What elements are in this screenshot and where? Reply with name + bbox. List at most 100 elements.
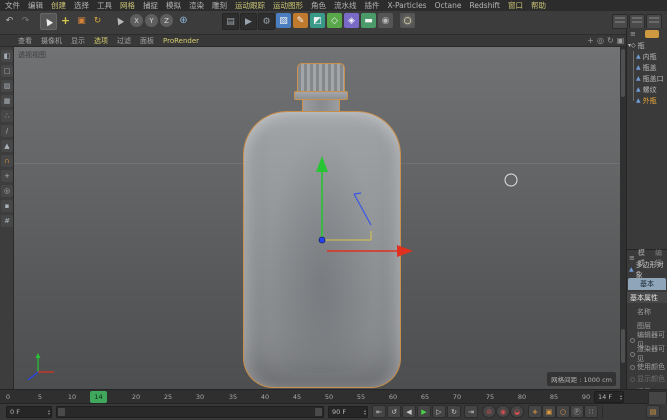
- attributes-section-header[interactable]: 基本属性: [627, 292, 667, 303]
- keyframe-selection-icon[interactable]: ◒: [510, 405, 524, 418]
- goto-start-icon[interactable]: ⇤: [372, 405, 386, 418]
- play-icon[interactable]: ▶: [417, 405, 431, 418]
- menu-snap[interactable]: 捕捉: [143, 0, 158, 11]
- workplane-mode-icon[interactable]: ▦: [1, 95, 13, 107]
- play-backward-icon[interactable]: ↺: [387, 405, 401, 418]
- key-pla-icon[interactable]: ∷: [584, 405, 598, 418]
- menu-mograph[interactable]: 运动图形: [273, 0, 303, 11]
- record-keyframe-icon[interactable]: ⊘: [482, 405, 496, 418]
- attr-row-renderer-visibility[interactable]: 渲染器可见: [627, 348, 667, 360]
- menu-mesh[interactable]: 网格: [120, 0, 135, 11]
- lock-y-icon[interactable]: Y: [145, 14, 158, 27]
- autokey-icon[interactable]: ◉: [496, 405, 510, 418]
- menu-select[interactable]: 选择: [74, 0, 89, 11]
- viewport-menu-filter[interactable]: 过滤: [117, 36, 131, 46]
- render-settings-icon[interactable]: ⚙: [258, 13, 275, 30]
- menu-create[interactable]: 创建: [51, 0, 66, 11]
- grid-icon[interactable]: #: [1, 215, 13, 227]
- menu-render[interactable]: 渲染: [189, 0, 204, 11]
- tree-item[interactable]: ▲ 瓶盖: [627, 62, 667, 73]
- timeline-playhead[interactable]: 14: [90, 391, 107, 403]
- prev-frame-icon[interactable]: ◀: [402, 405, 416, 418]
- light-icon[interactable]: ○: [400, 13, 415, 28]
- menu-character[interactable]: 角色: [311, 0, 326, 11]
- spinner-icon[interactable]: ▴▾: [48, 409, 50, 415]
- menu-window[interactable]: 窗口: [508, 0, 523, 11]
- current-frame-field[interactable]: 14 F ▴▾: [594, 391, 624, 403]
- attr-row-display-color[interactable]: 显示颜色: [627, 373, 667, 385]
- move-tool-icon[interactable]: +: [58, 13, 73, 28]
- menu-help[interactable]: 帮助: [531, 0, 546, 11]
- end-frame-field[interactable]: 90 F ▴▾: [328, 406, 368, 418]
- viewport-menu-display[interactable]: 显示: [71, 36, 85, 46]
- menu-tools[interactable]: 工具: [97, 0, 112, 11]
- solo-mode-icon[interactable]: ◎: [1, 185, 13, 197]
- menu-sculpt[interactable]: 雕刻: [212, 0, 227, 11]
- deformer-icon[interactable]: ◈: [344, 13, 359, 28]
- rotate-tool-icon[interactable]: ↻: [90, 13, 105, 28]
- menu-xparticles[interactable]: X-Particles: [388, 0, 427, 11]
- camera-icon[interactable]: ◉: [378, 13, 393, 28]
- points-mode-icon[interactable]: ∴: [1, 110, 13, 122]
- spinner-icon[interactable]: ▴▾: [364, 409, 366, 415]
- make-editable-icon[interactable]: ◧: [1, 50, 13, 62]
- perspective-viewport[interactable]: 透视视图 网格间距 : 1000 cm: [14, 47, 620, 389]
- zoom-view-icon[interactable]: ◎: [596, 36, 605, 45]
- axis-mode-icon[interactable]: +: [1, 170, 13, 182]
- menu-pipeline[interactable]: 流水线: [334, 0, 357, 11]
- range-grip-right[interactable]: [315, 408, 322, 416]
- lock-x-icon[interactable]: X: [130, 14, 143, 27]
- floor-icon[interactable]: ▬: [361, 13, 376, 28]
- edges-mode-icon[interactable]: ∕: [1, 125, 13, 137]
- start-frame-field[interactable]: 0 F ▴▾: [6, 406, 52, 418]
- object-manager-badge[interactable]: [645, 30, 659, 38]
- key-scale-icon[interactable]: ▣: [542, 405, 556, 418]
- polygons-mode-icon[interactable]: ▲: [1, 140, 13, 152]
- bottle-cap[interactable]: [297, 63, 345, 93]
- snap-icon[interactable]: ∩: [1, 155, 13, 167]
- timeline-corner-button[interactable]: [648, 391, 667, 405]
- lock-icon[interactable]: ▪: [1, 200, 13, 212]
- scrollbar-thumb[interactable]: [621, 49, 625, 97]
- animation-palette-icon[interactable]: ▤: [646, 405, 660, 418]
- layout-button-1[interactable]: [612, 14, 628, 29]
- viewport-menu-options[interactable]: 选项: [94, 36, 108, 46]
- tree-item[interactable]: ▲ 内瓶: [627, 51, 667, 62]
- subdivision-surface-icon[interactable]: ◩: [310, 13, 325, 28]
- tree-item-selected[interactable]: ▲ 外瓶: [627, 95, 667, 106]
- redo-icon[interactable]: ↷: [18, 13, 33, 28]
- viewport-menu-prorender[interactable]: ProRender: [163, 37, 199, 45]
- undo-icon[interactable]: ↶: [2, 13, 17, 28]
- coordinate-system-icon[interactable]: ⊕: [176, 13, 191, 28]
- spline-pen-icon[interactable]: ✎: [293, 13, 308, 28]
- attr-row-use-color[interactable]: 使用颜色: [627, 361, 667, 373]
- rotate-view-icon[interactable]: ↻: [606, 36, 615, 45]
- array-generator-icon[interactable]: ◇: [327, 13, 342, 28]
- attributes-menu-icon[interactable]: ≡: [629, 254, 635, 262]
- last-tool-icon[interactable]: ▲: [112, 13, 127, 28]
- viewport-menu-panel[interactable]: 面板: [140, 36, 154, 46]
- range-grip-left[interactable]: [58, 408, 65, 416]
- timeline-range-slider[interactable]: [56, 406, 324, 418]
- keyframe-dot-icon[interactable]: [630, 352, 635, 357]
- key-parameter-icon[interactable]: Ⓟ: [570, 405, 584, 418]
- key-rotation-icon[interactable]: ○: [556, 405, 570, 418]
- menu-octane[interactable]: Octane: [435, 0, 462, 11]
- tree-item[interactable]: ▲ 瓶盖口: [627, 73, 667, 84]
- attr-row-name[interactable]: 名称: [627, 306, 667, 318]
- next-frame-icon[interactable]: ▷: [432, 405, 446, 418]
- lock-z-icon[interactable]: Z: [160, 14, 173, 27]
- toggle-view-icon[interactable]: ▣: [616, 36, 625, 45]
- menu-file[interactable]: 文件: [5, 0, 20, 11]
- scrollbar-thumb[interactable]: [621, 329, 625, 363]
- menu-simulate[interactable]: 模拟: [166, 0, 181, 11]
- tree-item-parent[interactable]: ▾ ◇ 瓶: [627, 40, 667, 51]
- key-position-icon[interactable]: +: [528, 405, 542, 418]
- bottle-body[interactable]: [243, 111, 401, 388]
- object-manager-menu-icon[interactable]: ≡: [630, 30, 636, 38]
- viewport-menu-cameras[interactable]: 摄像机: [41, 36, 62, 46]
- menu-motion-tracker[interactable]: 运动跟踪: [235, 0, 265, 11]
- layout-button-2[interactable]: [629, 14, 645, 29]
- keyframe-dot-icon[interactable]: [630, 365, 635, 370]
- pan-view-icon[interactable]: +: [586, 36, 595, 45]
